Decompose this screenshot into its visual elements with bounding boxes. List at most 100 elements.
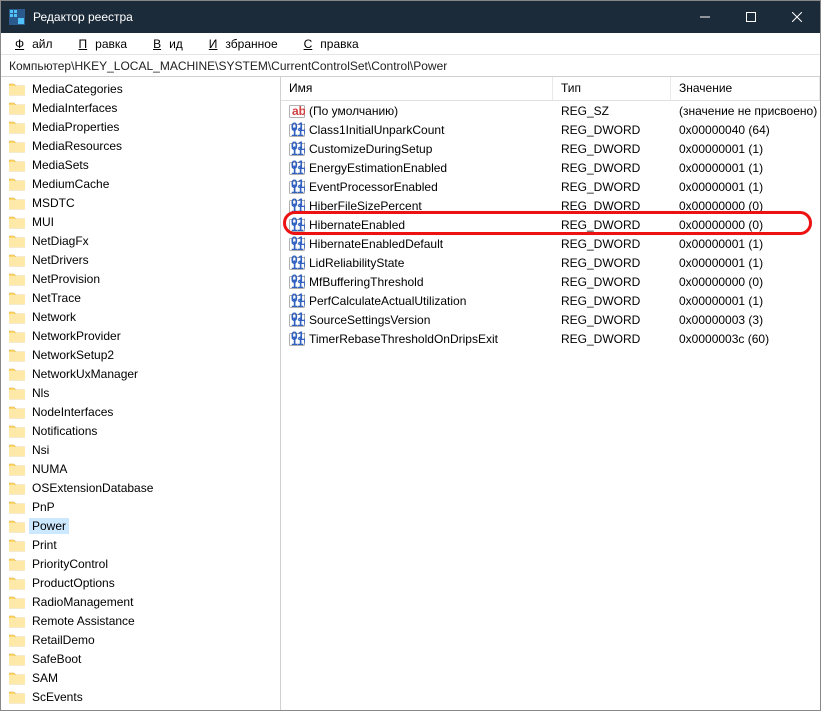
menu-favorites[interactable]: Избранное bbox=[201, 35, 294, 53]
tree-item[interactable]: Print bbox=[1, 535, 280, 554]
tree-panel[interactable]: MediaCategories MediaInterfacesMediaPrope… bbox=[1, 77, 281, 710]
tree-item[interactable]: MSDTC bbox=[1, 193, 280, 212]
list-row[interactable]: HibernateEnabledREG_DWORD0x00000000 (0) bbox=[281, 215, 820, 234]
tree-item[interactable]: PriorityControl bbox=[1, 554, 280, 573]
value-name: CustomizeDuringSetup bbox=[309, 142, 432, 156]
tree-item[interactable]: NUMA bbox=[1, 459, 280, 478]
tree-label: NetworkSetup2 bbox=[29, 347, 117, 363]
minimize-button[interactable] bbox=[682, 1, 728, 33]
column-type[interactable]: Тип bbox=[553, 77, 671, 100]
tree-label: Print bbox=[29, 537, 60, 553]
folder-icon bbox=[9, 82, 25, 96]
tree-item[interactable]: NetDiagFx bbox=[1, 231, 280, 250]
tree-item[interactable]: MediumCache bbox=[1, 174, 280, 193]
value-data: 0x00000000 (0) bbox=[671, 218, 820, 232]
tree-item[interactable]: Network bbox=[1, 307, 280, 326]
value-name: PerfCalculateActualUtilization bbox=[309, 294, 466, 308]
tree-item[interactable]: PnP bbox=[1, 497, 280, 516]
value-type: REG_DWORD bbox=[553, 199, 671, 213]
tree-item[interactable]: ProductOptions bbox=[1, 573, 280, 592]
folder-icon bbox=[9, 595, 25, 609]
folder-icon bbox=[9, 291, 25, 305]
list-row[interactable]: HibernateEnabledDefaultREG_DWORD0x000000… bbox=[281, 234, 820, 253]
menu-edit[interactable]: Правка bbox=[71, 35, 144, 53]
menu-view[interactable]: Вид bbox=[145, 35, 199, 53]
folder-icon bbox=[9, 196, 25, 210]
tree-item[interactable]: MUI bbox=[1, 212, 280, 231]
tree-label: Nls bbox=[29, 385, 52, 401]
tree-item[interactable]: SAM bbox=[1, 668, 280, 687]
column-name[interactable]: Имя bbox=[281, 77, 553, 100]
tree-item[interactable]: MediaInterfaces bbox=[1, 98, 280, 117]
value-data: 0x00000001 (1) bbox=[671, 142, 820, 156]
tree-item[interactable]: MediaProperties bbox=[1, 117, 280, 136]
tree-item[interactable]: Power bbox=[1, 516, 280, 535]
folder-icon bbox=[9, 481, 25, 495]
close-button[interactable] bbox=[774, 1, 820, 33]
value-name: TimerRebaseThresholdOnDripsExit bbox=[309, 332, 498, 346]
window-title: Редактор реестра bbox=[33, 10, 682, 24]
tree-label: NUMA bbox=[29, 461, 70, 477]
value-name: Class1InitialUnparkCount bbox=[309, 123, 444, 137]
tree-item[interactable]: NetworkProvider bbox=[1, 326, 280, 345]
list-body[interactable]: (По умолчанию)REG_SZ(значение не присвое… bbox=[281, 101, 820, 710]
list-row[interactable]: TimerRebaseThresholdOnDripsExitREG_DWORD… bbox=[281, 329, 820, 348]
tree-item[interactable]: NetworkUxManager bbox=[1, 364, 280, 383]
value-name: SourceSettingsVersion bbox=[309, 313, 430, 327]
tree-item[interactable]: NodeInterfaces bbox=[1, 402, 280, 421]
value-type: REG_DWORD bbox=[553, 275, 671, 289]
tree-item[interactable]: NetProvision bbox=[1, 269, 280, 288]
tree-item[interactable]: NetworkSetup2 bbox=[1, 345, 280, 364]
tree-item[interactable]: NetDrivers bbox=[1, 250, 280, 269]
tree-item[interactable]: NetTrace bbox=[1, 288, 280, 307]
folder-icon bbox=[9, 272, 25, 286]
list-row[interactable]: LidReliabilityStateREG_DWORD0x00000001 (… bbox=[281, 253, 820, 272]
tree-item[interactable]: Notifications bbox=[1, 421, 280, 440]
column-value[interactable]: Значение bbox=[671, 77, 820, 100]
tree-item[interactable]: RetailDemo bbox=[1, 630, 280, 649]
list-row[interactable]: CustomizeDuringSetupREG_DWORD0x00000001 … bbox=[281, 139, 820, 158]
binary-icon bbox=[289, 331, 305, 347]
list-row[interactable]: (По умолчанию)REG_SZ(значение не присвое… bbox=[281, 101, 820, 120]
titlebar: Редактор реестра bbox=[1, 1, 820, 33]
value-type: REG_DWORD bbox=[553, 256, 671, 270]
list-row[interactable]: MfBufferingThresholdREG_DWORD0x00000000 … bbox=[281, 272, 820, 291]
value-type: REG_DWORD bbox=[553, 180, 671, 194]
folder-icon bbox=[9, 386, 25, 400]
tree-item[interactable]: SafeBoot bbox=[1, 649, 280, 668]
tree-label: MediaCategories bbox=[29, 81, 126, 97]
value-name: HiberFileSizePercent bbox=[309, 199, 422, 213]
list-row[interactable]: Class1InitialUnparkCountREG_DWORD0x00000… bbox=[281, 120, 820, 139]
value-data: 0x00000001 (1) bbox=[671, 237, 820, 251]
menu-help[interactable]: Справка bbox=[296, 35, 375, 53]
tree-label: MediaInterfaces bbox=[29, 100, 120, 116]
menu-file[interactable]: Файл bbox=[7, 35, 69, 53]
tree-item[interactable]: OSExtensionDatabase bbox=[1, 478, 280, 497]
tree-label: NetworkUxManager bbox=[29, 366, 141, 382]
list-row[interactable]: HiberFileSizePercentREG_DWORD0x00000000 … bbox=[281, 196, 820, 215]
address-bar[interactable]: Компьютер\HKEY_LOCAL_MACHINE\SYSTEM\Curr… bbox=[1, 55, 820, 77]
tree-item[interactable]: Nsi bbox=[1, 440, 280, 459]
folder-icon bbox=[9, 329, 25, 343]
value-name: HibernateEnabledDefault bbox=[309, 237, 443, 251]
tree-item[interactable]: MediaCategories bbox=[1, 79, 280, 98]
tree-item[interactable]: MediaResources bbox=[1, 136, 280, 155]
tree-label: Power bbox=[29, 518, 69, 534]
tree-item[interactable]: Remote Assistance bbox=[1, 611, 280, 630]
maximize-button[interactable] bbox=[728, 1, 774, 33]
tree-item[interactable]: RadioManagement bbox=[1, 592, 280, 611]
folder-icon bbox=[9, 310, 25, 324]
folder-icon bbox=[9, 519, 25, 533]
tree-label: SafeBoot bbox=[29, 651, 84, 667]
list-row[interactable]: PerfCalculateActualUtilizationREG_DWORD0… bbox=[281, 291, 820, 310]
tree-item[interactable]: ScEvents bbox=[1, 687, 280, 706]
tree-item[interactable]: Nls bbox=[1, 383, 280, 402]
list-row[interactable]: EnergyEstimationEnabledREG_DWORD0x000000… bbox=[281, 158, 820, 177]
list-row[interactable]: SourceSettingsVersionREG_DWORD0x00000003… bbox=[281, 310, 820, 329]
window-controls bbox=[682, 1, 820, 33]
tree-label: MediaSets bbox=[29, 157, 92, 173]
tree-item[interactable]: MediaSets bbox=[1, 155, 280, 174]
list-row[interactable]: EventProcessorEnabledREG_DWORD0x00000001… bbox=[281, 177, 820, 196]
value-data: 0x00000001 (1) bbox=[671, 294, 820, 308]
folder-icon bbox=[9, 139, 25, 153]
